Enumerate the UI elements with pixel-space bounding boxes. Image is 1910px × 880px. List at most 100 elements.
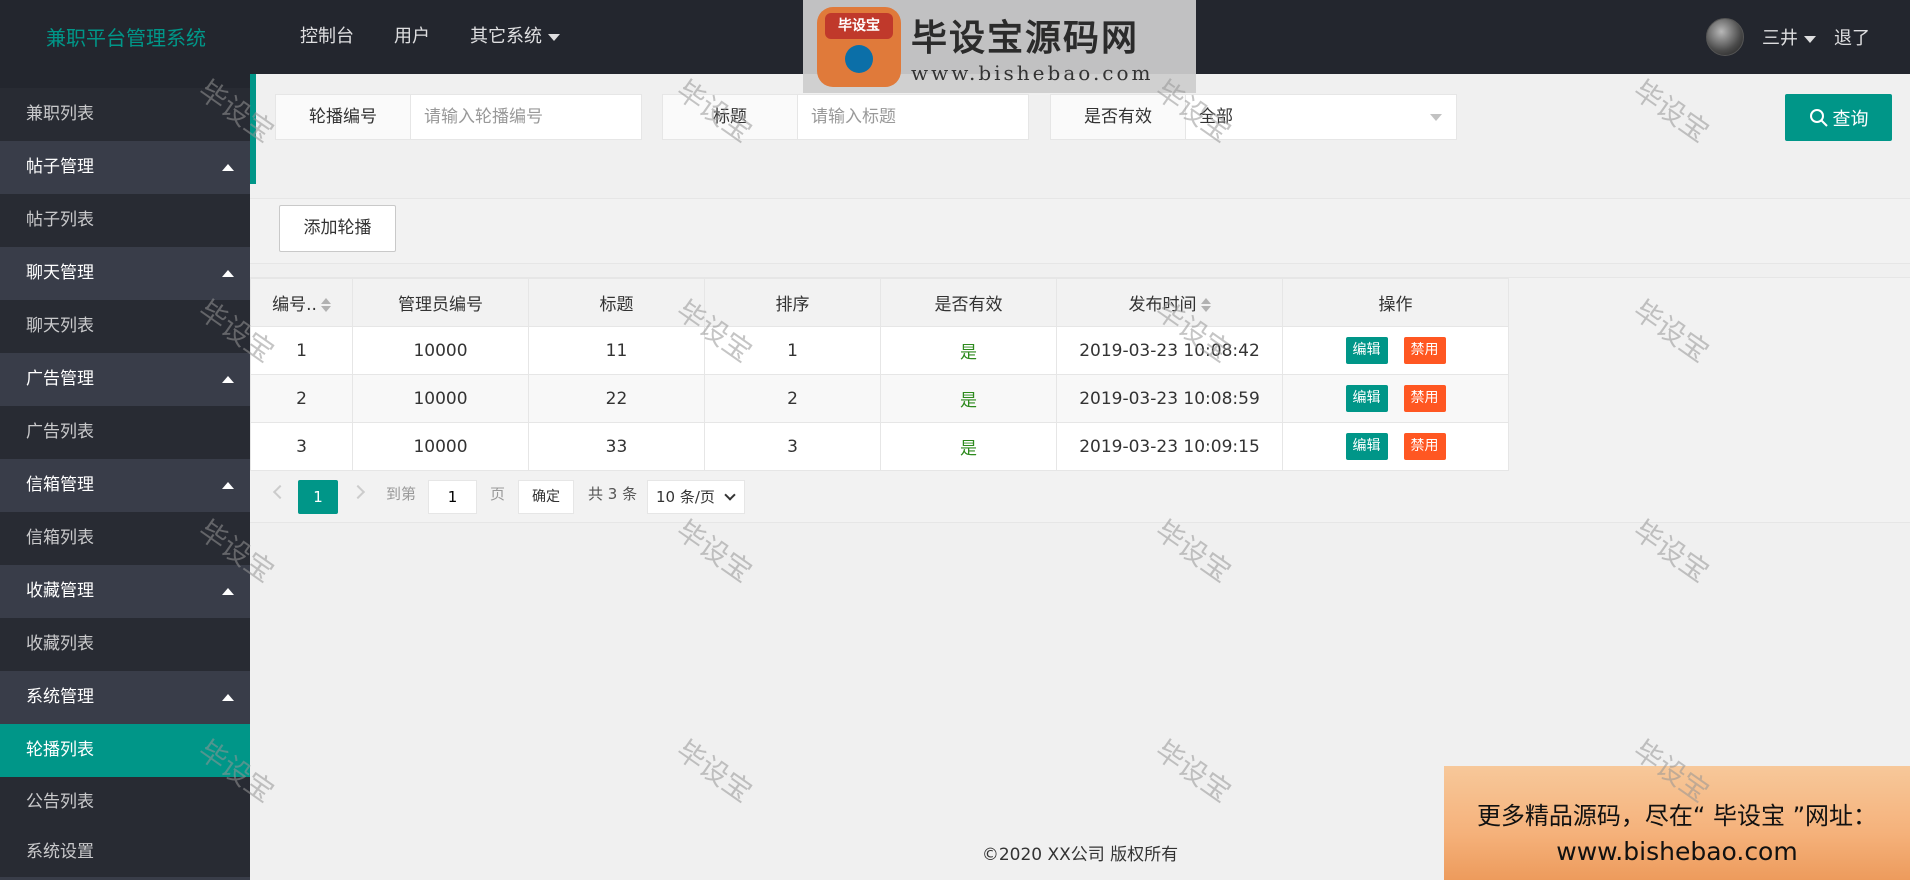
table-header-row: 编号.. 管理员编号 标题 排序 是否有效 发布时间 操作 — [250, 278, 1509, 327]
cell-valid: 是 — [880, 374, 1057, 423]
cell-valid: 是 — [880, 422, 1057, 471]
pagination: 1 到第 页 确定 共 3 条 10 条/页 — [250, 471, 1910, 523]
col-header-admin-id: 管理员编号 — [352, 278, 529, 327]
sidebar-item-settings[interactable]: 系统设置 — [0, 827, 250, 877]
nav-console[interactable]: 控制台 — [280, 0, 374, 74]
edit-button[interactable]: 编辑 — [1345, 385, 1388, 412]
sidebar-item-chat[interactable]: 聊天列表 — [0, 300, 250, 353]
chevron-up-icon — [222, 588, 234, 595]
sidebar-item-label: 系统设置 — [26, 842, 94, 862]
query-button[interactable]: 查询 — [1785, 94, 1892, 141]
search-title-input[interactable] — [798, 95, 1028, 139]
chevron-down-icon — [724, 489, 736, 501]
col-header-id[interactable]: 编号.. — [250, 278, 353, 327]
cell-sort: 1 — [704, 326, 881, 375]
chevron-down-icon — [1430, 114, 1442, 121]
sidebar-group-favorites[interactable]: 收藏管理 — [0, 565, 250, 618]
logo-url: www.bishebao.com — [911, 60, 1154, 85]
brand-title[interactable]: 兼职平台管理系统 — [46, 22, 206, 51]
cell-title: 33 — [528, 422, 705, 471]
top-nav: 控制台 用户 其它系统 — [280, 0, 580, 74]
table-row: 1 10000 11 1 是 2019-03-23 10:08:42 编辑 禁用 — [250, 326, 1509, 375]
chevron-up-icon — [222, 270, 234, 277]
sidebar: 兼职列表 帖子管理 帖子列表 聊天管理 聊天列表 广告管理 广告列表 信箱管理 … — [0, 74, 250, 880]
sidebar-item-jobs[interactable]: 兼职列表 — [0, 88, 250, 141]
sidebar-item-carousel[interactable]: 轮播列表 — [0, 724, 250, 777]
disable-button[interactable]: 禁用 — [1403, 337, 1446, 364]
cell-admin-id: 10000 — [352, 422, 529, 471]
col-header-title: 标题 — [528, 278, 705, 327]
sidebar-item-mailbox[interactable]: 信箱列表 — [0, 512, 250, 565]
disable-button[interactable]: 禁用 — [1403, 385, 1446, 412]
cell-time: 2019-03-23 10:09:15 — [1056, 422, 1283, 471]
edit-button[interactable]: 编辑 — [1345, 337, 1388, 364]
cell-actions: 编辑 禁用 — [1282, 422, 1509, 471]
search-valid-group: 是否有效 全部 — [1050, 94, 1457, 140]
goto-page-input[interactable] — [428, 480, 477, 514]
sidebar-item-posts[interactable]: 帖子列表 — [0, 194, 250, 247]
nav-users[interactable]: 用户 — [374, 0, 450, 74]
edit-button[interactable]: 编辑 — [1345, 433, 1388, 460]
col-header-label: 编号.. — [272, 295, 317, 315]
cell-valid: 是 — [880, 326, 1057, 375]
goto-confirm-button[interactable]: 确定 — [518, 480, 574, 514]
promo-text: 更多精品源码，尽在“ 毕设宝 ”网址： — [1476, 802, 1878, 830]
sidebar-item-label: 公告列表 — [26, 792, 94, 812]
sidebar-group-label: 广告管理 — [26, 369, 94, 389]
goto-prefix: 到第 — [386, 485, 417, 503]
disable-button[interactable]: 禁用 — [1403, 433, 1446, 460]
sidebar-item-label: 兼职列表 — [26, 104, 94, 124]
col-header-time[interactable]: 发布时间 — [1056, 278, 1283, 327]
sidebar-item-label: 聊天列表 — [26, 316, 94, 336]
logout-link[interactable]: 退了 — [1834, 24, 1870, 50]
cell-id: 2 — [250, 374, 353, 423]
add-carousel-button[interactable]: 添加轮播 — [279, 205, 396, 252]
sidebar-item-label: 收藏列表 — [26, 634, 94, 654]
chevron-up-icon — [222, 694, 234, 701]
search-icon — [1809, 108, 1828, 127]
sort-icon[interactable] — [320, 298, 331, 312]
col-header-sort: 排序 — [704, 278, 881, 327]
cell-admin-id: 10000 — [352, 326, 529, 375]
logo-text: 毕设宝源码网 www.bishebao.com — [911, 9, 1154, 85]
next-page-icon[interactable] — [350, 484, 366, 500]
avatar[interactable] — [1706, 18, 1744, 56]
logo-dot — [845, 44, 873, 73]
sidebar-group-system[interactable]: 系统管理 — [0, 671, 250, 724]
valid-select-value: 全部 — [1199, 107, 1233, 127]
sidebar-item-ads[interactable]: 广告列表 — [0, 406, 250, 459]
accent-bar — [250, 74, 256, 184]
cell-time: 2019-03-23 10:08:59 — [1056, 374, 1283, 423]
sidebar-group-ads[interactable]: 广告管理 — [0, 353, 250, 406]
user-menu[interactable]: 三井 — [1762, 24, 1816, 50]
prev-page-icon[interactable] — [272, 484, 288, 500]
sidebar-group-chat[interactable]: 聊天管理 — [0, 247, 250, 300]
chevron-down-icon — [1804, 35, 1816, 43]
promo-banner: 更多精品源码，尽在“ 毕设宝 ”网址： www.bishebao.com — [1444, 766, 1910, 880]
sidebar-item-label: 广告列表 — [26, 422, 94, 442]
sort-icon[interactable] — [1200, 298, 1211, 312]
goto-suffix: 页 — [490, 485, 506, 503]
nav-other-systems[interactable]: 其它系统 — [450, 0, 580, 74]
table-row: 3 10000 33 3 是 2019-03-23 10:09:15 编辑 禁用 — [250, 422, 1509, 471]
search-id-input[interactable] — [411, 95, 641, 139]
sidebar-item-favorites[interactable]: 收藏列表 — [0, 618, 250, 671]
cell-admin-id: 10000 — [352, 374, 529, 423]
total-count: 共 3 条 — [588, 485, 638, 503]
sidebar-group-posts[interactable]: 帖子管理 — [0, 141, 250, 194]
table-toolbar — [250, 198, 1910, 264]
sidebar-item-label: 帖子列表 — [26, 210, 94, 230]
cell-title: 22 — [528, 374, 705, 423]
sidebar-item-notices[interactable]: 公告列表 — [0, 777, 250, 827]
sidebar-group-mailbox[interactable]: 信箱管理 — [0, 459, 250, 512]
data-table: 编号.. 管理员编号 标题 排序 是否有效 发布时间 操作 1 10000 11… — [250, 278, 1509, 471]
main-content: 轮播编号 标题 是否有效 全部 查询 添加轮播 编号.. 管理员编号 标题 排序 — [250, 74, 1910, 880]
col-header-label: 发布时间 — [1128, 295, 1197, 315]
page-size-select[interactable]: 10 条/页 — [647, 480, 745, 514]
chevron-down-icon — [548, 33, 560, 41]
sidebar-item-label: 轮播列表 — [26, 740, 94, 760]
page-current[interactable]: 1 — [298, 480, 338, 514]
col-header-actions: 操作 — [1282, 278, 1509, 327]
search-title-group: 标题 — [662, 94, 1029, 140]
valid-select[interactable]: 全部 — [1186, 95, 1456, 139]
